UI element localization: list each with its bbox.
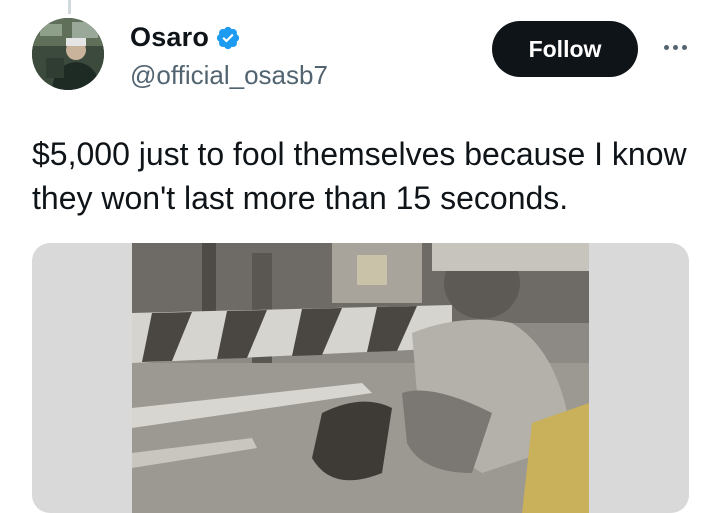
avatar[interactable] — [32, 18, 104, 90]
thread-connector-line — [68, 0, 71, 14]
video-thumbnail[interactable] — [132, 243, 589, 513]
author-display-name[interactable]: Osaro — [130, 22, 209, 53]
verified-badge-icon — [216, 26, 240, 49]
more-dot — [672, 44, 678, 50]
avatar-image — [32, 18, 104, 90]
author-handle[interactable]: @official_osasb7 — [130, 60, 328, 91]
tweet-media[interactable] — [32, 243, 689, 513]
more-dot — [681, 44, 687, 50]
author-name-row[interactable]: Osaro — [130, 22, 241, 53]
follow-button[interactable]: Follow — [492, 21, 638, 77]
tweet-text: $5,000 just to fool themselves because I… — [32, 136, 687, 216]
more-dot — [663, 44, 669, 50]
more-options-icon[interactable] — [655, 33, 695, 61]
